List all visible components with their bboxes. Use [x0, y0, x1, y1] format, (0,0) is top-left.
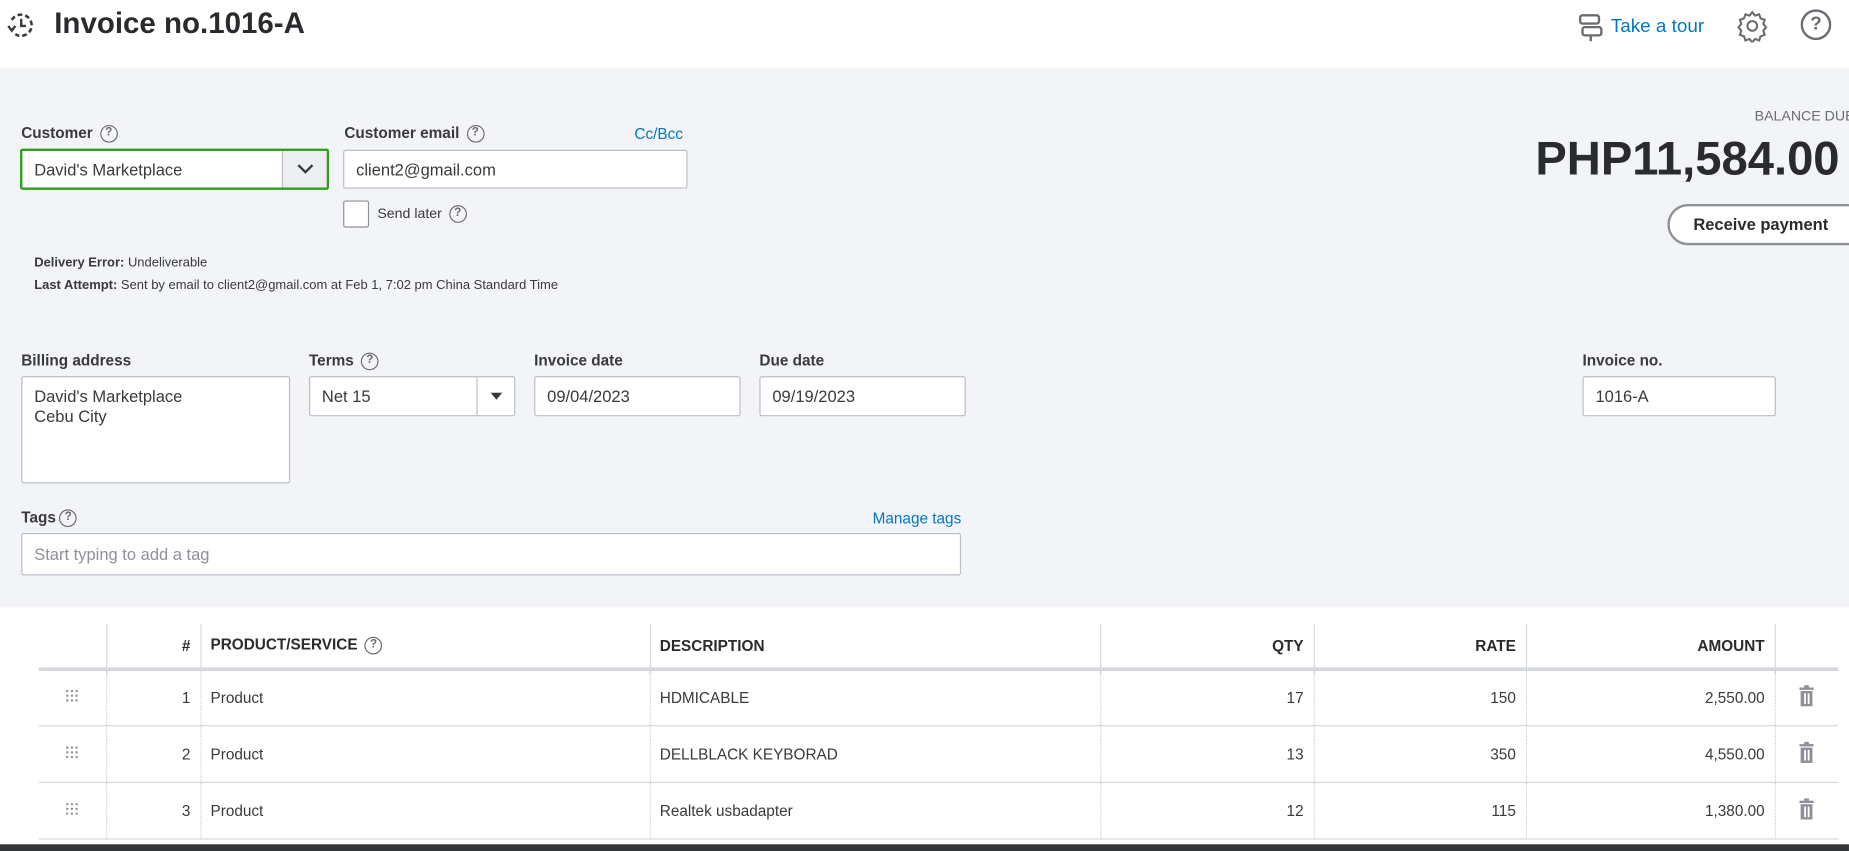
table-row: 2 Product DELLBLACK KEYBORAD 13 350 4,55… [38, 725, 1839, 783]
delete-column-header [1774, 623, 1839, 671]
product-cell[interactable]: Product [199, 725, 650, 783]
description-cell[interactable]: Realtek usbadapter [649, 781, 1101, 840]
caret-down-icon[interactable] [476, 377, 514, 416]
table-row: 1 Product HDMICABLE 17 150 2,550.00 [38, 668, 1839, 726]
invoice-date-input[interactable]: 09/04/2023 [534, 376, 741, 417]
rate-cell[interactable]: 350 [1313, 725, 1526, 783]
manage-tags-link[interactable]: Manage tags [873, 509, 962, 527]
description-cell[interactable]: HDMICABLE [649, 668, 1101, 726]
terms-select[interactable]: Net 15 [308, 376, 516, 417]
invoice-no-input[interactable]: 1016-A [1582, 376, 1776, 417]
receive-payment-button[interactable]: Receive payment [1667, 204, 1849, 246]
due-date-label: Due date [759, 351, 825, 370]
balance-due-amount: PHP11,584.00 [1535, 133, 1840, 186]
terms-value: Net 15 [321, 386, 371, 406]
help-icon[interactable]: ? [59, 509, 78, 528]
table-row: 3 Product Realtek usbadapter 12 115 1,38… [38, 781, 1839, 840]
billing-address-label: Billing address [21, 351, 132, 370]
help-icon[interactable]: ? [466, 125, 485, 143]
qty-cell[interactable]: 17 [1099, 668, 1314, 726]
invoice-date-label: Invoice date [534, 351, 623, 370]
table-header-row: # PRODUCT/SERVICE? DESCRIPTION QTY RATE … [38, 623, 1839, 671]
help-icon[interactable]: ? [1800, 9, 1832, 41]
take-a-tour-label: Take a tour [1610, 16, 1705, 37]
rate-cell[interactable]: 115 [1313, 781, 1526, 840]
billing-line: Cebu City [34, 406, 107, 426]
column-header-description: DESCRIPTION [649, 623, 1101, 671]
product-cell[interactable]: Product [199, 781, 650, 840]
signpost-icon [1578, 14, 1603, 42]
delivery-error: Delivery Error: Undeliverable [34, 255, 208, 271]
help-icon[interactable]: ? [99, 125, 118, 143]
send-later-checkbox[interactable] [343, 200, 370, 228]
help-icon[interactable]: ? [360, 352, 379, 371]
customer-email-input[interactable]: client2@gmail.com [343, 149, 688, 189]
tags-label: Tags? [21, 508, 78, 528]
row-number: 1 [105, 668, 201, 726]
drag-column-header [38, 623, 107, 671]
customer-label: Customer? [21, 124, 118, 143]
help-icon[interactable]: ? [364, 637, 383, 655]
rate-cell[interactable]: 150 [1313, 668, 1526, 726]
chevron-down-icon[interactable] [281, 150, 327, 188]
terms-label: Terms? [309, 351, 379, 371]
last-attempt: Last Attempt: Sent by email to client2@g… [34, 278, 559, 293]
amount-cell[interactable]: 2,550.00 [1525, 668, 1775, 726]
trash-icon[interactable] [1774, 725, 1839, 783]
trash-icon[interactable] [1774, 781, 1839, 840]
balance-due-label: BALANCE DUE [1754, 107, 1849, 124]
cc-bcc-link[interactable]: Cc/Bcc [634, 125, 683, 143]
drag-handle-icon[interactable] [38, 668, 107, 726]
product-cell[interactable]: Product [199, 668, 650, 726]
column-header-rate: RATE [1313, 623, 1526, 671]
column-header-product: PRODUCT/SERVICE? [199, 623, 650, 671]
send-later-label: Send later? [377, 205, 467, 224]
tags-input[interactable]: Start typing to add a tag [21, 532, 962, 576]
row-number: 3 [105, 781, 201, 840]
column-header-number: # [105, 623, 201, 671]
customer-email-label: Customer email? [344, 124, 485, 143]
trash-icon[interactable] [1774, 668, 1839, 726]
qty-cell[interactable]: 13 [1099, 725, 1314, 783]
take-a-tour-button[interactable]: Take a tour [1578, 12, 1704, 43]
drag-handle-icon[interactable] [38, 725, 107, 783]
recent-history-icon[interactable] [6, 9, 37, 40]
customer-select[interactable]: David's Marketplace [20, 148, 329, 190]
billing-line: David's Marketplace [34, 386, 183, 406]
column-header-amount: AMOUNT [1525, 623, 1775, 671]
qty-cell[interactable]: 12 [1099, 781, 1314, 840]
bottom-bar [0, 844, 1849, 851]
line-items-table: # PRODUCT/SERVICE? DESCRIPTION QTY RATE … [38, 623, 1839, 840]
customer-value: David's Marketplace [34, 159, 183, 179]
column-header-qty: QTY [1099, 623, 1314, 671]
help-icon[interactable]: ? [448, 205, 467, 224]
billing-address-textarea[interactable]: David's Marketplace Cebu City [21, 376, 291, 484]
row-number: 2 [105, 725, 201, 783]
due-date-input[interactable]: 09/19/2023 [759, 376, 966, 417]
gear-icon[interactable] [1736, 9, 1769, 43]
page-title: Invoice no.1016-A [54, 7, 305, 41]
invoice-no-label: Invoice no. [1582, 351, 1663, 370]
amount-cell[interactable]: 4,550.00 [1525, 725, 1775, 783]
drag-handle-icon[interactable] [38, 781, 107, 840]
description-cell[interactable]: DELLBLACK KEYBORAD [649, 725, 1101, 783]
amount-cell[interactable]: 1,380.00 [1525, 781, 1775, 840]
